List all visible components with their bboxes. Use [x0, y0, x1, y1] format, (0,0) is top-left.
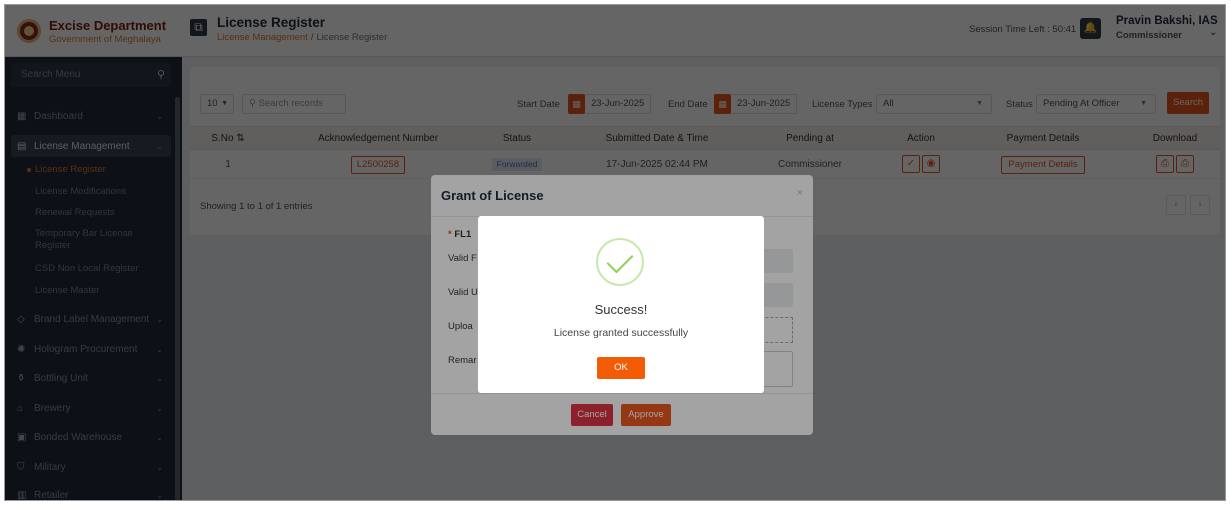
success-check-icon — [596, 238, 644, 286]
success-alert: Success! License granted successfully OK — [478, 216, 764, 393]
ok-button[interactable]: OK — [597, 357, 645, 379]
app-window: Excise Department Government of Meghalay… — [4, 4, 1226, 501]
alert-title: Success! — [594, 302, 648, 317]
alert-message: License granted successfully — [553, 327, 689, 339]
